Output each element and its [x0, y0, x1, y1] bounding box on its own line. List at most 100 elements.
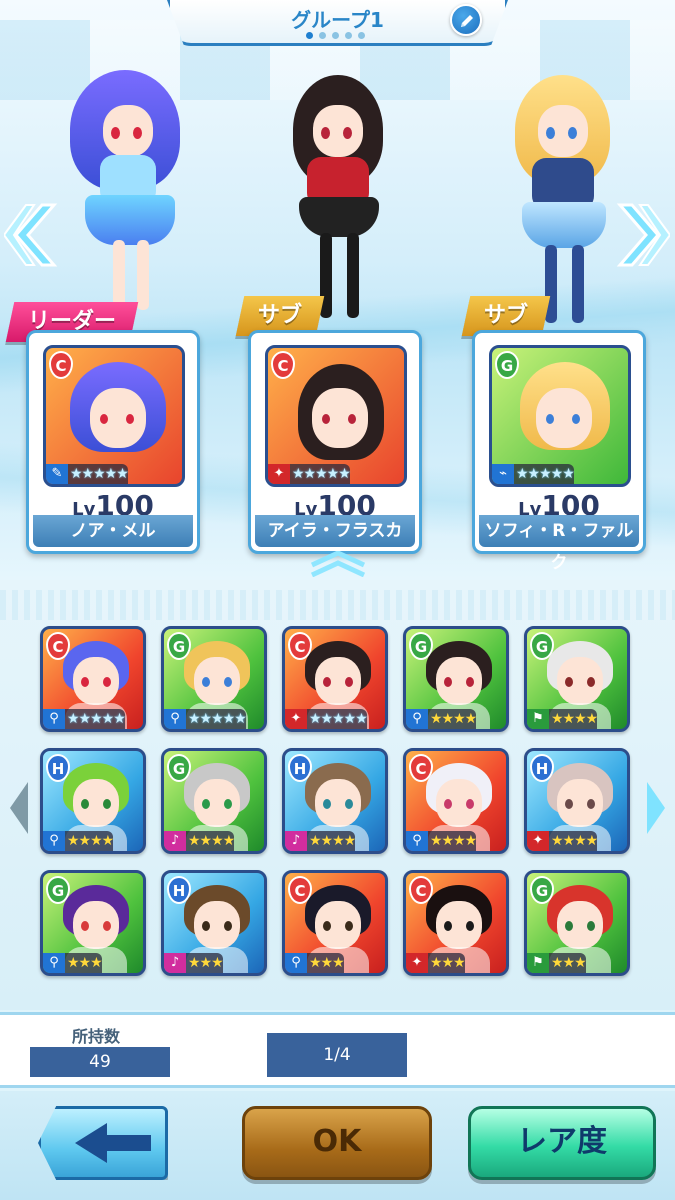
character-portrait: G ⌁ ★★★★★ [489, 345, 631, 487]
runner-icon: ✦ [406, 953, 428, 973]
character-icon[interactable]: C ⚲ ★★★ [282, 870, 388, 976]
star-rating: ★★★★ [186, 831, 235, 851]
chevron-left-icon[interactable] [4, 200, 64, 270]
portrait-eye [572, 414, 580, 424]
character-icon[interactable]: G ♪ ★★★★ [161, 748, 267, 854]
character-leg [572, 245, 584, 323]
owned-count-label: 所持数 [72, 1027, 121, 1046]
character-model-noa[interactable] [55, 55, 205, 335]
icon-eye [224, 677, 232, 687]
icon-eye [103, 677, 111, 687]
character-leg [113, 240, 125, 310]
sort-by-rarity-button[interactable]: レア度 [468, 1106, 656, 1180]
page-indicator: 1/4 [267, 1033, 407, 1077]
star-rating: ★★★★ [428, 709, 477, 729]
icon-eye [565, 677, 573, 687]
icon-face [194, 657, 240, 705]
rank-badge: C [49, 351, 73, 379]
flag-icon: ⚑ [527, 709, 549, 729]
star-rating: ★★★★ [549, 831, 598, 851]
portrait-face [90, 388, 146, 448]
star-rating: ★★★★★ [290, 464, 351, 484]
character-icon[interactable]: H ♪ ★★★ [161, 870, 267, 976]
character-icon[interactable]: H ✦ ★★★★ [524, 748, 630, 854]
page-dot[interactable] [345, 32, 352, 39]
icon-eye [444, 677, 452, 687]
team-slot-leader[interactable]: C ✎ ★★★★★ Lv100 ノア・メル [26, 330, 200, 554]
character-icon[interactable]: G ⚲ ★★★★★ [161, 626, 267, 732]
page-next-icon[interactable] [645, 780, 667, 836]
flag-icon: ⚑ [527, 953, 549, 973]
icon-face [194, 901, 240, 949]
star-rating: ★★★★ [65, 831, 114, 851]
character-icon[interactable]: H ♪ ★★★★ [282, 748, 388, 854]
star-rating: ★★★★★ [68, 464, 129, 484]
chevron-right-icon[interactable] [610, 200, 670, 270]
icon-eye [466, 921, 474, 931]
portrait-face [312, 388, 368, 448]
racket-icon: ✎ [46, 464, 68, 484]
edit-group-name-button[interactable] [450, 4, 482, 36]
icon-eye [323, 677, 331, 687]
icon-eye [202, 677, 210, 687]
star-rating: ★★★ [428, 953, 466, 973]
character-icon[interactable]: G ⚲ ★★★★ [403, 626, 509, 732]
page-dot[interactable] [319, 32, 326, 39]
owned-count-value: 49 [30, 1047, 170, 1077]
icon-face [436, 901, 482, 949]
portrait-eye [348, 414, 356, 424]
icon-face [557, 901, 603, 949]
racket-icon: ⚲ [43, 709, 65, 729]
star-rating: ★★★★★ [307, 709, 368, 729]
page-dot[interactable] [332, 32, 339, 39]
icon-face [73, 901, 119, 949]
icon-eye [103, 921, 111, 931]
rank-badge: G [495, 351, 519, 379]
character-skirt [522, 202, 606, 248]
character-eye [133, 127, 142, 139]
ok-button[interactable]: OK [242, 1106, 432, 1180]
star-rating: ★★★ [65, 953, 103, 973]
character-eye [546, 127, 555, 139]
icon-eye [444, 921, 452, 931]
page-dot[interactable] [358, 32, 365, 39]
character-icon[interactable]: H ⚲ ★★★★ [40, 748, 146, 854]
character-leg [347, 233, 359, 318]
character-icon[interactable]: C ✦ ★★★ [403, 870, 509, 976]
runner-icon: ✦ [527, 831, 549, 851]
team-slot-sub-1[interactable]: C ✦ ★★★★★ Lv100 アイラ・フラスカ [248, 330, 422, 554]
character-icon[interactable]: G ⚑ ★★★ [524, 870, 630, 976]
icon-eye [466, 677, 474, 687]
music-icon: ♪ [164, 831, 186, 851]
star-rating: ★★★★ [307, 831, 356, 851]
icon-eye [202, 921, 210, 931]
page-dot-active[interactable] [306, 32, 313, 39]
portrait-eye [546, 414, 554, 424]
star-rating: ★★★★★ [65, 709, 126, 729]
character-leg [137, 240, 149, 310]
runner-icon: ✦ [268, 464, 290, 484]
icon-eye [466, 799, 474, 809]
chevron-up-icon[interactable] [306, 551, 370, 577]
character-icon[interactable]: C ⚲ ★★★★★ [40, 626, 146, 732]
icon-face [315, 901, 361, 949]
icon-eye [587, 921, 595, 931]
icon-face [194, 779, 240, 827]
character-portrait: C ✎ ★★★★★ [43, 345, 185, 487]
back-button[interactable] [38, 1106, 168, 1180]
icon-face [73, 779, 119, 827]
character-icon[interactable]: G ⚲ ★★★ [40, 870, 146, 976]
icon-eye [323, 799, 331, 809]
character-icon[interactable]: G ⚑ ★★★★ [524, 626, 630, 732]
character-icon[interactable]: C ⚲ ★★★★ [403, 748, 509, 854]
character-icon[interactable]: C ✦ ★★★★★ [282, 626, 388, 732]
icon-eye [345, 799, 353, 809]
icon-eye [103, 799, 111, 809]
icon-eye [81, 799, 89, 809]
racket-icon: ⚲ [285, 953, 307, 973]
character-name: ノア・メル [33, 515, 193, 547]
team-slot-sub-2[interactable]: G ⌁ ★★★★★ Lv100 ソフィ・R・ファルク [472, 330, 646, 573]
star-rating: ★★★★★ [514, 464, 575, 484]
page-prev-icon[interactable] [8, 780, 30, 836]
racket-icon: ⚲ [43, 831, 65, 851]
